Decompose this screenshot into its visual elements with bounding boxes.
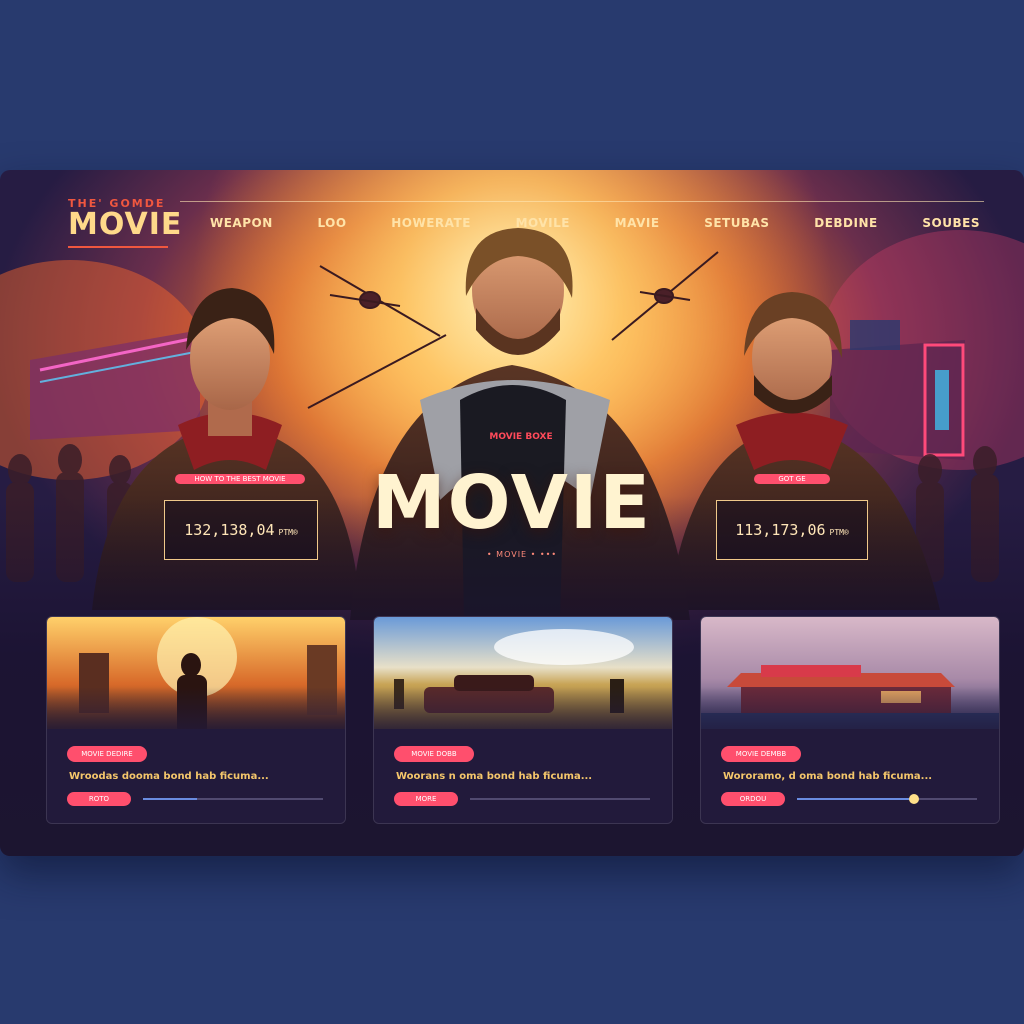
shirt-print: MOVIE BOXE: [489, 432, 553, 442]
progress-track[interactable]: [797, 794, 977, 804]
brand-logo[interactable]: THE' GOMDE MOVIE: [68, 198, 183, 248]
nav-item[interactable]: MAVIE: [615, 216, 660, 230]
card-button[interactable]: ORDOU: [721, 792, 785, 806]
hero-tagline: • MOVIE • •••: [486, 550, 558, 559]
nav-item[interactable]: MOVILE: [516, 216, 570, 230]
stat-unit: PTM®: [829, 528, 849, 537]
nav-item[interactable]: DEBDINE: [814, 216, 877, 230]
progress-knob[interactable]: [909, 794, 919, 804]
stat-unit: PTM®: [278, 528, 298, 537]
progress-fill: [797, 798, 914, 800]
stat-tag: HOW TO THE BEST MOVIE: [175, 474, 305, 484]
brand-underline: [68, 246, 168, 248]
stat-value-box: 113,173,06 PTM®: [716, 500, 868, 560]
movie-card[interactable]: MOVIE DOBB Woorans n oma bond hab ficuma…: [373, 616, 673, 824]
nav-item[interactable]: HOWERATE: [391, 216, 471, 230]
movie-landing-panel: THE' GOMDE MOVIE WEAPON LOO HOWERATE MOV…: [0, 170, 1024, 856]
stat-value-box: 132,138,04 PTM®: [164, 500, 318, 560]
card-badge: MOVIE DEDIRE: [67, 746, 147, 762]
progress-fill: [143, 798, 197, 800]
card-title[interactable]: Woorans n oma bond hab ficuma...: [396, 771, 592, 782]
card-button[interactable]: ROTO: [67, 792, 131, 806]
header-rule: [180, 201, 984, 202]
hero-title: MOVIE: [372, 460, 652, 546]
brand-logo-main: MOVIE: [68, 207, 183, 242]
card-badge: MOVIE DOBB: [394, 746, 474, 762]
stat-value: 113,173,06: [735, 521, 826, 539]
card-badge: MOVIE DEMBB: [721, 746, 801, 762]
movie-card[interactable]: MOVIE DEMBB Wororamo, d oma bond hab fic…: [700, 616, 1000, 824]
nav-item[interactable]: SETUBAS: [704, 216, 769, 230]
main-nav: WEAPON LOO HOWERATE MOVILE MAVIE SETUBAS…: [210, 216, 980, 230]
card-button[interactable]: MORE: [394, 792, 458, 806]
nav-item[interactable]: WEAPON: [210, 216, 273, 230]
nav-item[interactable]: SOUBES: [922, 216, 980, 230]
progress-track[interactable]: [470, 798, 650, 800]
stat-value: 132,138,04: [184, 521, 275, 539]
nav-item[interactable]: LOO: [317, 216, 346, 230]
stat-tag: GOT GE: [754, 474, 830, 484]
card-title[interactable]: Wororamo, d oma bond hab ficuma...: [723, 771, 932, 782]
progress-track[interactable]: [143, 798, 323, 800]
card-title[interactable]: Wroodas dooma bond hab ficuma...: [69, 771, 269, 782]
movie-card[interactable]: MOVIE DEDIRE Wroodas dooma bond hab ficu…: [46, 616, 346, 824]
